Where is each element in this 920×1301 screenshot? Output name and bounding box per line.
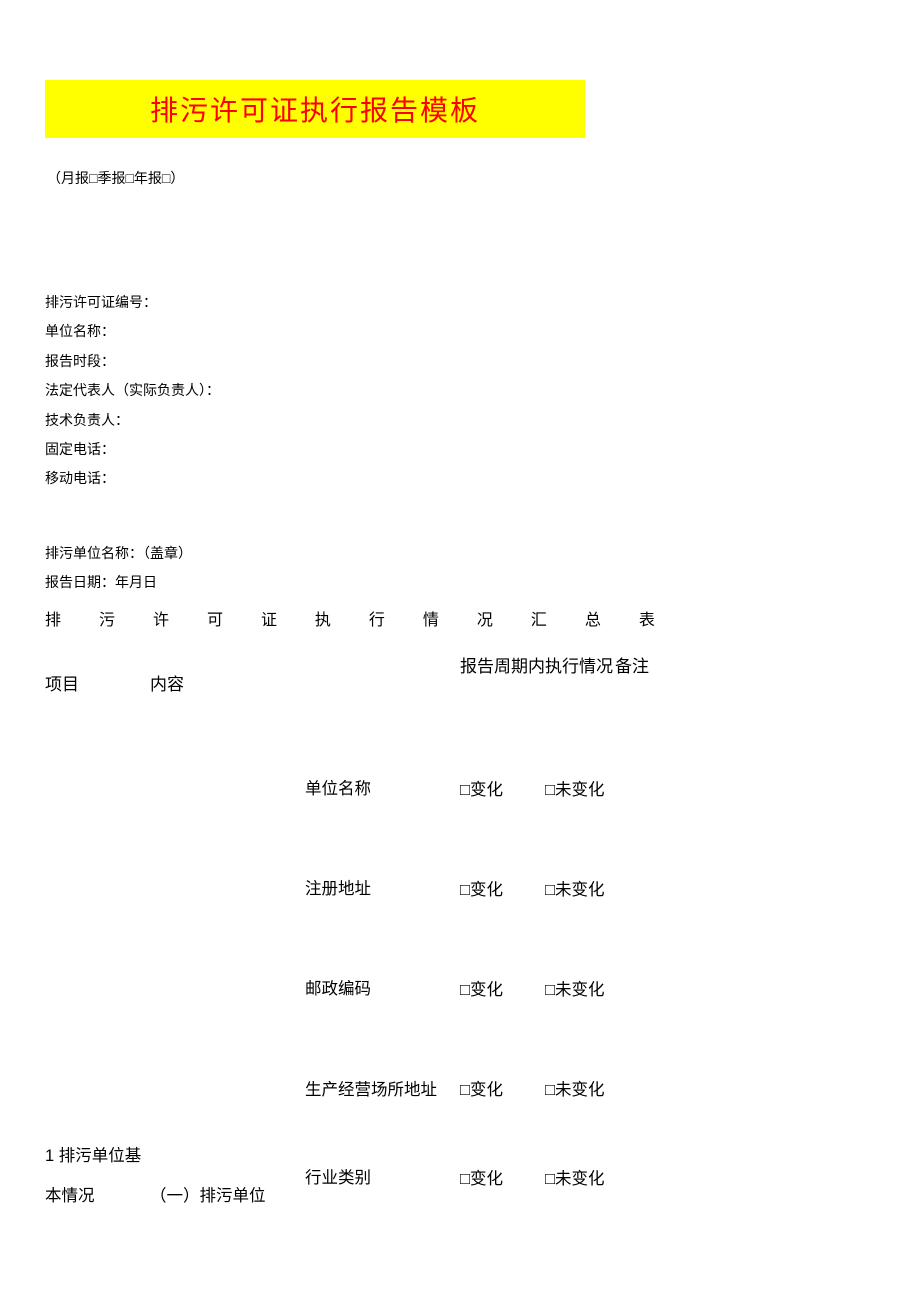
status-unchanged: □未变化: [545, 871, 655, 911]
title-char: 污: [99, 606, 115, 630]
report-period-label: 报告时段：: [45, 347, 875, 376]
permit-no-label: 排污许可证编号：: [45, 288, 875, 317]
title-char: 情: [423, 606, 439, 630]
section-cell: （一）排污单位: [150, 740, 305, 1218]
status-unchanged: □未变化: [545, 771, 655, 811]
status-cell: □变化 □未变化: [460, 1040, 660, 1140]
status-unchanged: □未变化: [545, 1071, 655, 1111]
unit-name-label: 单位名称：: [45, 317, 875, 346]
title-char: 况: [477, 606, 493, 630]
title-char: 汇: [531, 606, 547, 630]
section-text: （一）排污单位: [150, 1177, 266, 1217]
status-changed: □变化: [460, 771, 545, 811]
item-cell: 单位名称: [305, 740, 460, 840]
project-text: 1 排污单位基本情况: [45, 1137, 150, 1216]
status-column: □变化 □未变化 □变化 □未变化 □变化 □未变化 □变化 □未变化 □变化 …: [460, 740, 660, 1218]
header-period: 报告周期内执行情况: [460, 648, 615, 723]
title-char: 总: [585, 606, 601, 630]
title-char: 行: [369, 606, 385, 630]
header-remark: 备注: [615, 648, 660, 723]
item-cell: 生产经营场所地址: [305, 1040, 460, 1140]
status-cell: □变化 □未变化: [460, 840, 660, 940]
page-title: 排污许可证执行报告模板: [150, 89, 480, 129]
legal-rep-label: 法定代表人（实际负责人）：: [45, 376, 875, 405]
item-cell: 注册地址: [305, 840, 460, 940]
status-changed: □变化: [460, 1071, 545, 1111]
title-char: 表: [639, 606, 655, 630]
items-column: 单位名称 注册地址 邮政编码 生产经营场所地址 行业类别: [305, 740, 460, 1218]
status-changed: □变化: [460, 871, 545, 911]
mobile-phone-label: 移动电话：: [45, 464, 875, 493]
item-cell: 邮政编码: [305, 940, 460, 1040]
stamp-block: 排污单位名称：（盖章） 报告日期：年月日: [45, 539, 875, 598]
report-date-label: 报告日期：年月日: [45, 568, 875, 597]
title-char: 可: [207, 606, 223, 630]
fixed-phone-label: 固定电话：: [45, 435, 875, 464]
status-unchanged: □未变化: [545, 1160, 655, 1200]
status-cell: □变化 □未变化: [460, 1140, 660, 1218]
header-content: 内容: [150, 648, 460, 723]
report-type-subtitle: （月报□季报□年报□）: [45, 168, 875, 188]
item-cell: 行业类别: [305, 1140, 460, 1218]
title-char: 许: [153, 606, 169, 630]
title-char: 证: [261, 606, 277, 630]
status-cell: □变化 □未变化: [460, 940, 660, 1040]
table-body: 1 排污单位基本情况 （一）排污单位 单位名称 注册地址 邮政编码 生产经营场所…: [45, 740, 660, 1218]
title-char: 排: [45, 606, 61, 630]
unit-stamp-label: 排污单位名称：（盖章）: [45, 539, 875, 568]
tech-lead-label: 技术负责人：: [45, 406, 875, 435]
status-changed: □变化: [460, 1160, 545, 1200]
status-cell: □变化 □未变化: [460, 740, 660, 840]
title-char: 执: [315, 606, 331, 630]
header-project: 项目: [45, 648, 150, 723]
table-header-row: 项目 内容 报告周期内执行情况 备注: [45, 648, 660, 723]
summary-table-title: 排 污 许 可 证 执 行 情 况 汇 总 表: [45, 606, 655, 630]
summary-table: 项目 内容 报告周期内执行情况 备注 1 排污单位基本情况 （一）排污单位 单位…: [45, 648, 660, 1219]
status-changed: □变化: [460, 971, 545, 1011]
info-block: 排污许可证编号： 单位名称： 报告时段： 法定代表人（实际负责人）： 技术负责人…: [45, 288, 875, 494]
project-cell: 1 排污单位基本情况: [45, 740, 150, 1218]
status-unchanged: □未变化: [545, 971, 655, 1011]
title-bar: 排污许可证执行报告模板: [45, 80, 585, 138]
